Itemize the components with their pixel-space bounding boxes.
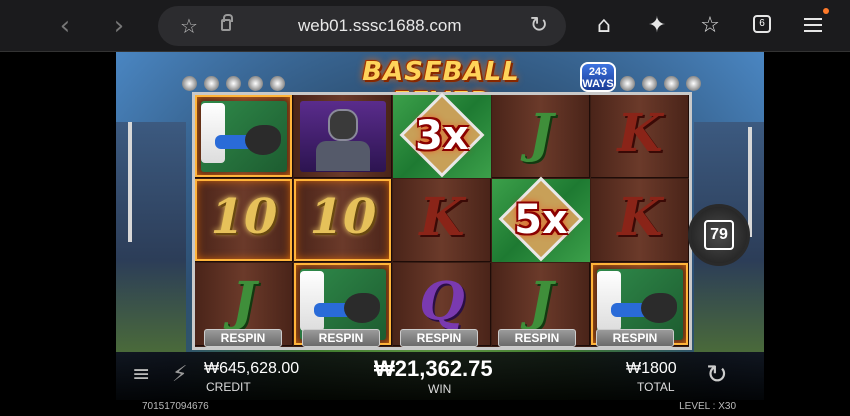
multiplier-symbol: 3x (393, 92, 491, 178)
lamp-icon (248, 76, 263, 91)
light-tower-icon (128, 122, 132, 242)
sparkle-icon[interactable]: ✦ (643, 12, 671, 40)
reel-cell (294, 95, 392, 178)
reel-cell: 3x (393, 92, 491, 178)
game-canvas: BASEBALL FEVER 243 WAYS 10J103xKQJ5xJKK … (116, 52, 764, 416)
symbol-ten: 10 (309, 189, 377, 245)
total-bet-label: TOTAL (637, 380, 675, 394)
home-icon[interactable]: ⌂ (590, 12, 618, 40)
forward-icon[interactable]: › (105, 12, 133, 40)
umpire-symbol-icon (300, 101, 386, 172)
symbol-j: J (528, 103, 554, 164)
browser-toolbar: ‹ › ☆ web01.sssc1688.com ↻ ⌂ ✦ ☆ 6 (0, 0, 850, 52)
respin-button[interactable]: RESPIN (204, 329, 282, 347)
credit-label: CREDIT (206, 380, 251, 394)
symbol-j: J (231, 271, 257, 332)
stadium-left (116, 122, 186, 352)
reel-grid: 10 J 10 3x K Q J 5x J K K (192, 92, 692, 350)
spin-counter-value: 79 (704, 220, 734, 250)
address-bar[interactable]: ☆ web01.sssc1688.com ↻ (158, 6, 566, 46)
ways-label: WAYS (582, 78, 614, 90)
lamp-icon (686, 76, 701, 91)
notification-dot (823, 8, 829, 14)
multiplier-text: 3x (415, 113, 469, 159)
win-value: ₩21,362.75 (374, 356, 493, 381)
reel-cell: J (492, 95, 590, 178)
multiplier-text: 5x (514, 197, 568, 243)
info-bar: 701517094676 LEVEL : X30 (116, 400, 764, 416)
respin-button[interactable]: RESPIN (596, 329, 674, 347)
game-title: BASEBALL FEVER (362, 57, 520, 117)
reel-cell: 5x (492, 176, 590, 262)
lamp-icon (226, 76, 241, 91)
reel-cell: K (591, 179, 689, 262)
lock-icon (221, 14, 233, 31)
win-label: WIN (428, 382, 452, 396)
reel-cell: 10 (195, 179, 293, 262)
lamp-icon (620, 76, 635, 91)
symbol-q: Q (419, 271, 465, 332)
lamp-icon (204, 76, 219, 91)
ways-number: 243 (588, 66, 608, 78)
lamp-icon (270, 76, 285, 91)
ways-badge: 243 WAYS (580, 62, 616, 92)
menu-icon[interactable]: ≡ (132, 362, 150, 387)
lightning-icon[interactable]: ⚡ (172, 362, 187, 387)
reload-icon[interactable]: ↻ (530, 13, 548, 38)
reel-cell: K (393, 179, 491, 262)
favorites-icon[interactable]: ☆ (696, 12, 724, 40)
url-text[interactable]: web01.sssc1688.com (298, 16, 461, 36)
reel-cell: 10 (294, 179, 392, 262)
respin-button[interactable]: RESPIN (498, 329, 576, 347)
game-control-bar: ≡ ⚡ ₩645,628.00 CREDIT ₩21,362.75 WIN ₩1… (116, 352, 764, 400)
light-tower-icon (748, 127, 752, 237)
respin-button[interactable]: RESPIN (400, 329, 478, 347)
tabs-icon[interactable]: 6 (753, 15, 771, 33)
symbol-j: J (528, 271, 554, 332)
menu-icon[interactable] (804, 18, 822, 32)
spin-icon[interactable]: ↻ (706, 360, 728, 390)
reel-cell: K (591, 95, 689, 178)
spin-counter-button[interactable]: 79 (688, 204, 750, 266)
round-id: 701517094676 (142, 401, 209, 412)
level-text: LEVEL : X30 (679, 401, 736, 412)
lamp-icon (642, 76, 657, 91)
star-icon[interactable]: ☆ (180, 14, 198, 38)
total-bet-value[interactable]: ₩1800 (626, 360, 677, 378)
symbol-k: K (617, 187, 663, 248)
back-icon[interactable]: ‹ (51, 12, 79, 40)
symbol-ten: 10 (210, 189, 278, 245)
respin-button[interactable]: RESPIN (302, 329, 380, 347)
credit-value: ₩645,628.00 (204, 360, 300, 377)
symbol-k: K (419, 187, 465, 248)
reel-cell (195, 95, 293, 178)
lamp-icon (182, 76, 197, 91)
catcher-glove-symbol-icon (201, 101, 287, 172)
symbol-k: K (617, 103, 663, 164)
multiplier-symbol: 5x (492, 176, 590, 262)
lamp-icon (664, 76, 679, 91)
